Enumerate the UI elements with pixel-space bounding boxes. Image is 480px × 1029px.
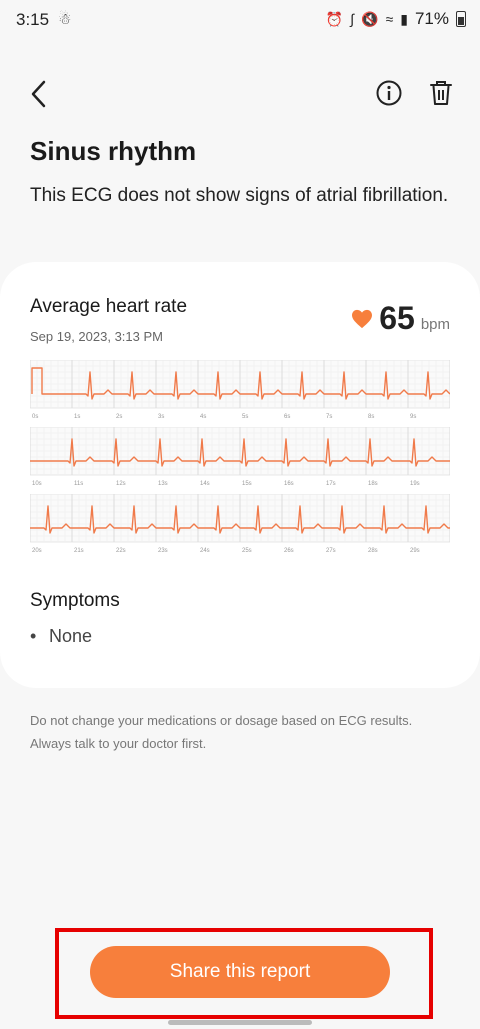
ecg-tick-label: 27s [326,548,336,554]
notification-icon: ☃ [58,11,72,28]
back-button[interactable] [24,76,56,112]
heart-icon [352,309,373,328]
ecg-tick-label: 1s [74,414,80,420]
battery-percent: 71% [414,9,449,28]
recording-date: Sep 19, 2023, 3:13 PM [30,329,163,344]
info-icon [376,80,402,106]
home-indicator[interactable] [168,1020,312,1025]
signal-icon: ▮ [400,10,408,27]
ecg-tick-label: 14s [200,481,210,487]
ecg-tick-label: 11s [74,481,83,487]
bullet-icon: • [30,626,37,646]
symptom-label: None [49,626,93,646]
ecg-tick-label: 0s [32,414,38,420]
ecg-strip-3: 20s 21s 22s 23s 24s 25s 26s 27s 28s 29s [30,494,450,554]
symptom-item: • None [30,626,92,647]
ecg-tick-label: 13s [158,481,168,487]
alarm-icon: ⏰ [325,10,344,27]
ecg-tick-label: 28s [368,548,378,554]
ecg-tick-label: 21s [74,548,84,554]
status-bar: 3:15 ☃ ⏰ ∫ 🔇 ≈ ▮ 71% [0,0,480,40]
ecg-tick-label: 17s [326,481,336,487]
ecg-tick-label: 9s [410,414,416,420]
highlight-box [55,928,433,1019]
report-description: This ECG does not show signs of atrial f… [30,185,449,206]
ecg-tick-label: 4s [200,414,206,420]
page-title: Sinus rhythm [30,136,197,166]
ecg-tick-label: 15s [242,481,252,487]
delete-button[interactable] [426,78,456,108]
ecg-strip-2: 10s 11s 12s 13s 14s 15s 16s 17s 18s 19s [30,427,450,487]
back-arrow-icon [31,80,46,108]
heart-rate-readout: 65 bpm [351,300,450,337]
battery-icon [456,11,466,27]
ecg-card: Average heart rate Sep 19, 2023, 3:13 PM… [0,262,480,688]
mute-icon: 🔇 [361,10,379,27]
ecg-tick-label: 24s [200,548,210,554]
ecg-tick-label: 29s [410,548,420,554]
ecg-tick-label: 16s [284,481,294,487]
trash-icon [430,81,452,105]
info-button[interactable] [374,78,404,108]
ecg-tick-label: 19s [410,481,420,487]
app-bar [0,68,480,118]
status-icons: ⏰ ∫ 🔇 ≈ ▮ 71% [326,9,466,29]
status-time: 3:15 [16,10,50,29]
disclaimer-text: Do not change your medications or dosage… [30,713,413,751]
ecg-tick-label: 7s [326,414,332,420]
wifi-icon: ≈ [385,11,394,27]
symptoms-heading: Symptoms [30,590,120,611]
ecg-tick-label: 20s [32,548,42,554]
heart-rate-value: 65 [379,300,415,336]
ecg-tick-label: 5s [242,414,248,420]
ecg-tick-label: 3s [158,414,164,420]
ecg-tick-label: 18s [368,481,378,487]
ecg-tick-label: 8s [368,414,374,420]
ecg-tick-label: 10s [32,481,42,487]
bluetooth-icon: ∫ [350,11,355,27]
ecg-tick-label: 22s [116,548,126,554]
ecg-tick-label: 6s [284,414,290,420]
ecg-tick-label: 26s [284,548,294,554]
heart-rate-unit: bpm [420,316,450,333]
ecg-tick-label: 2s [116,414,122,420]
ecg-tick-label: 12s [116,481,126,487]
ecg-tick-label: 25s [242,548,252,554]
heart-rate-label: Average heart rate [30,296,188,317]
ecg-tick-label: 23s [158,548,168,554]
ecg-strip-1: 0s 1s 2s 3s 4s 5s 6s 7s 8s 9s [30,360,450,420]
